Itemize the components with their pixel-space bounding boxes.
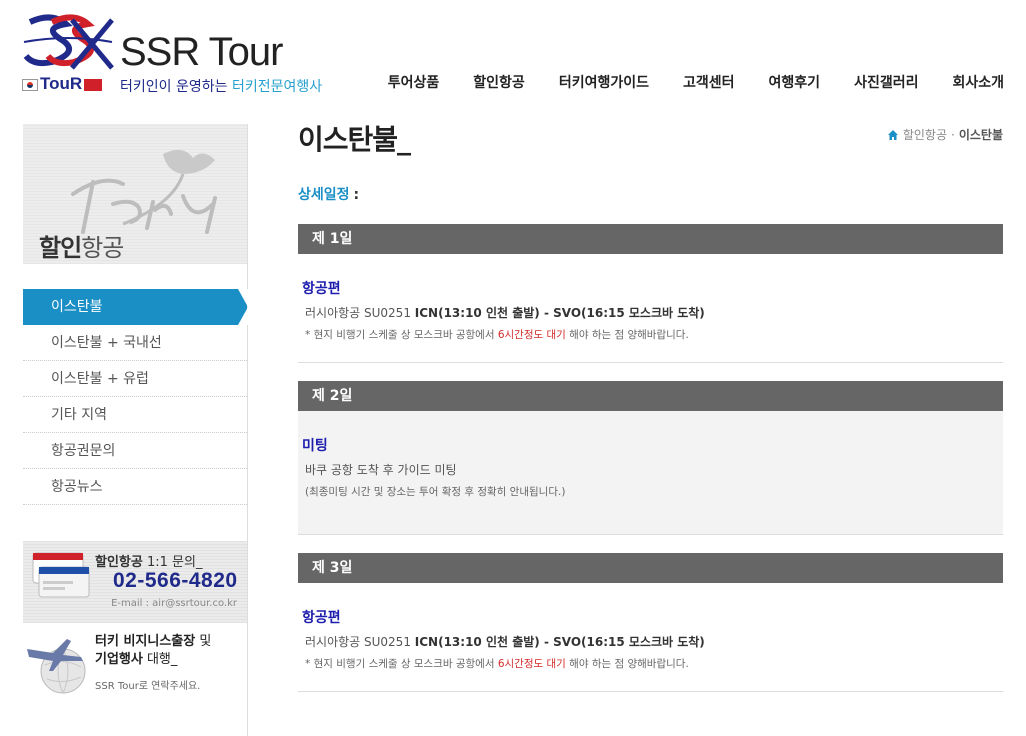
site-logo[interactable]: SSR Tour TouR 터키인이 운영하는 터키전문여행사 — [22, 12, 342, 102]
flight-route: ICN(13:10 인천 출발) - SVO(16:15 모스크바 도착) — [414, 635, 705, 649]
main-content: 이스탄불_ 할인항공 · 이스탄불 상세일정: 제 1일 항공편 러시아항공 S… — [298, 118, 1003, 692]
day-body: 항공편 러시아항공 SU0251 ICN(13:10 인천 출발) - SVO(… — [298, 254, 1003, 363]
contact-title-bold: 할인항공 — [95, 555, 143, 570]
note-post: 해야 하는 점 양해바랍니다. — [565, 329, 689, 341]
business-line1-tail: 및 — [195, 634, 212, 649]
meeting-note: (최종미팅 시간 및 장소는 투어 확정 후 정확히 안내됩니다.) — [305, 486, 566, 498]
slogan-highlight: 터키전문여행사 — [231, 79, 323, 95]
breadcrumb-section[interactable]: 할인항공 — [903, 126, 947, 143]
header: SSR Tour TouR 터키인이 운영하는 터키전문여행사 투어상품 할인항… — [0, 0, 1026, 110]
business-line1: 터키 비지니스출장 — [95, 634, 196, 649]
sidebar-title: 할인항공 — [39, 228, 124, 263]
day-body: 미팅 바쿠 공항 도착 후 가이드 미팅 (최종미팅 시간 및 장소는 투어 확… — [298, 411, 1003, 535]
slogan-prefix: 터키인이 운영하는 — [120, 79, 232, 95]
business-title: 터키 비지니스출장 및 기업행사 대행_ — [95, 633, 211, 669]
nav-about[interactable]: 회사소개 — [935, 72, 1004, 92]
sidebar-title-light: 항공 — [81, 234, 124, 262]
nav-turkey-guide[interactable]: 터키여행가이드 — [542, 72, 666, 92]
business-subtext: SSR Tour로 연락주세요. — [95, 681, 201, 692]
item-title: 미팅 — [302, 438, 328, 454]
turkey-tulip-icon — [71, 149, 217, 234]
contact-email: E-mail : air@ssrtour.co.kr — [111, 598, 237, 609]
contact-title-rest: 1:1 문의_ — [142, 555, 203, 570]
sidebar-menu: 이스탄불 이스탄불 + 국내선 이스탄불 + 유럽 기타 지역 항공권문의 항공… — [23, 289, 248, 505]
nav-photo-gallery[interactable]: 사진갤러리 — [837, 72, 935, 92]
note-pre: * 현지 비행기 스케줄 상 모스크바 공항에서 — [305, 329, 498, 341]
note-post: 해야 하는 점 양해바랍니다. — [565, 658, 689, 670]
nav-reviews[interactable]: 여행후기 — [752, 72, 838, 92]
breadcrumb-current: 이스탄불 — [958, 128, 1003, 142]
sidebar-title-bold: 할인 — [39, 234, 82, 262]
day-header: 제 1일 — [298, 224, 1003, 254]
flight-line: 러시아항공 SU0251 ICN(13:10 인천 출발) - SVO(16:1… — [302, 633, 999, 650]
flight-note: * 현지 비행기 스케줄 상 모스크바 공항에서 6시간정도 대기 해야 하는 … — [302, 327, 999, 342]
sidebar-item-istanbul[interactable]: 이스탄불 — [23, 289, 248, 325]
item-title: 항공편 — [302, 281, 341, 297]
flight-carrier: 러시아항공 SU0251 — [305, 306, 415, 320]
logo-subtitle: TouR — [22, 74, 103, 94]
nav-tour-products[interactable]: 투어상품 — [371, 72, 457, 92]
breadcrumb-separator: · — [951, 127, 955, 142]
note-pre: * 현지 비행기 스케줄 상 모스크바 공항에서 — [305, 658, 498, 670]
day-section: 제 2일 미팅 바쿠 공항 도착 후 가이드 미팅 (최종미팅 시간 및 장소는… — [298, 381, 1003, 535]
nav-discount-flights[interactable]: 할인항공 — [456, 72, 542, 92]
contact-banner[interactable]: 할인항공 1:1 문의_ 02-566-4820 E-mail : air@ss… — [23, 541, 247, 623]
home-icon[interactable] — [887, 129, 899, 141]
logo-title: SSR Tour — [120, 30, 283, 74]
flight-carrier: 러시아항공 SU0251 — [305, 635, 415, 649]
breadcrumb: 할인항공 · 이스탄불 — [887, 126, 1003, 143]
day-section: 제 3일 항공편 러시아항공 SU0251 ICN(13:10 인천 출발) -… — [298, 553, 1003, 692]
flight-route: ICN(13:10 인천 출발) - SVO(16:15 모스크바 도착) — [414, 306, 705, 320]
logo-slogan: 터키인이 운영하는 터키전문여행사 — [120, 76, 322, 96]
contact-phone: 02-566-4820 — [113, 569, 238, 592]
korea-flag-icon — [22, 78, 38, 91]
flight-note: * 현지 비행기 스케줄 상 모스크바 공항에서 6시간정도 대기 해야 하는 … — [302, 656, 999, 671]
globe-airplane-icon — [27, 639, 86, 694]
detail-schedule-label: 상세일정: — [298, 184, 1003, 204]
ssr-logo-icon — [23, 14, 114, 70]
item-title: 항공편 — [302, 610, 341, 626]
sidebar-item-ticket-inquiry[interactable]: 항공권문의 — [23, 433, 247, 469]
main-nav: 투어상품 할인항공 터키여행가이드 고객센터 여행후기 사진갤러리 회사소개 — [371, 72, 1004, 92]
sidebar-visual: 할인항공 — [23, 124, 247, 264]
detail-label-text: 상세일정 — [298, 187, 350, 203]
turkey-flag-icon — [84, 78, 103, 91]
business-banner[interactable]: 터키 비지니스출장 및 기업행사 대행_ SSR Tour로 연락주세요. — [23, 623, 247, 703]
sidebar: 할인항공 이스탄불 이스탄불 + 국내선 이스탄불 + 유럽 기타 지역 항공권… — [23, 124, 248, 736]
sidebar-item-istanbul-domestic[interactable]: 이스탄불 + 국내선 — [23, 325, 247, 361]
detail-label-colon: : — [353, 187, 360, 203]
note-highlight: 6시간정도 대기 — [497, 658, 566, 670]
day-header: 제 2일 — [298, 381, 1003, 411]
sidebar-item-istanbul-europe[interactable]: 이스탄불 + 유럽 — [23, 361, 247, 397]
business-line2: 기업행사 — [95, 652, 143, 667]
day-body: 항공편 러시아항공 SU0251 ICN(13:10 인천 출발) - SVO(… — [298, 583, 1003, 692]
business-line2-tail: 대행_ — [142, 652, 178, 667]
flight-ticket-icon — [32, 552, 90, 598]
logo-small-text: TouR — [40, 74, 83, 93]
sidebar-item-flight-news[interactable]: 항공뉴스 — [23, 469, 247, 505]
flight-line: 러시아항공 SU0251 ICN(13:10 인천 출발) - SVO(16:1… — [302, 304, 999, 321]
day-section: 제 1일 항공편 러시아항공 SU0251 ICN(13:10 인천 출발) -… — [298, 224, 1003, 363]
note-highlight: 6시간정도 대기 — [497, 329, 566, 341]
nav-customer-center[interactable]: 고객센터 — [666, 72, 752, 92]
contact-title: 할인항공 1:1 문의_ — [95, 551, 202, 570]
day-header: 제 3일 — [298, 553, 1003, 583]
meeting-line: 바쿠 공항 도착 후 가이드 미팅 — [305, 463, 457, 477]
sidebar-item-other-regions[interactable]: 기타 지역 — [23, 397, 247, 433]
